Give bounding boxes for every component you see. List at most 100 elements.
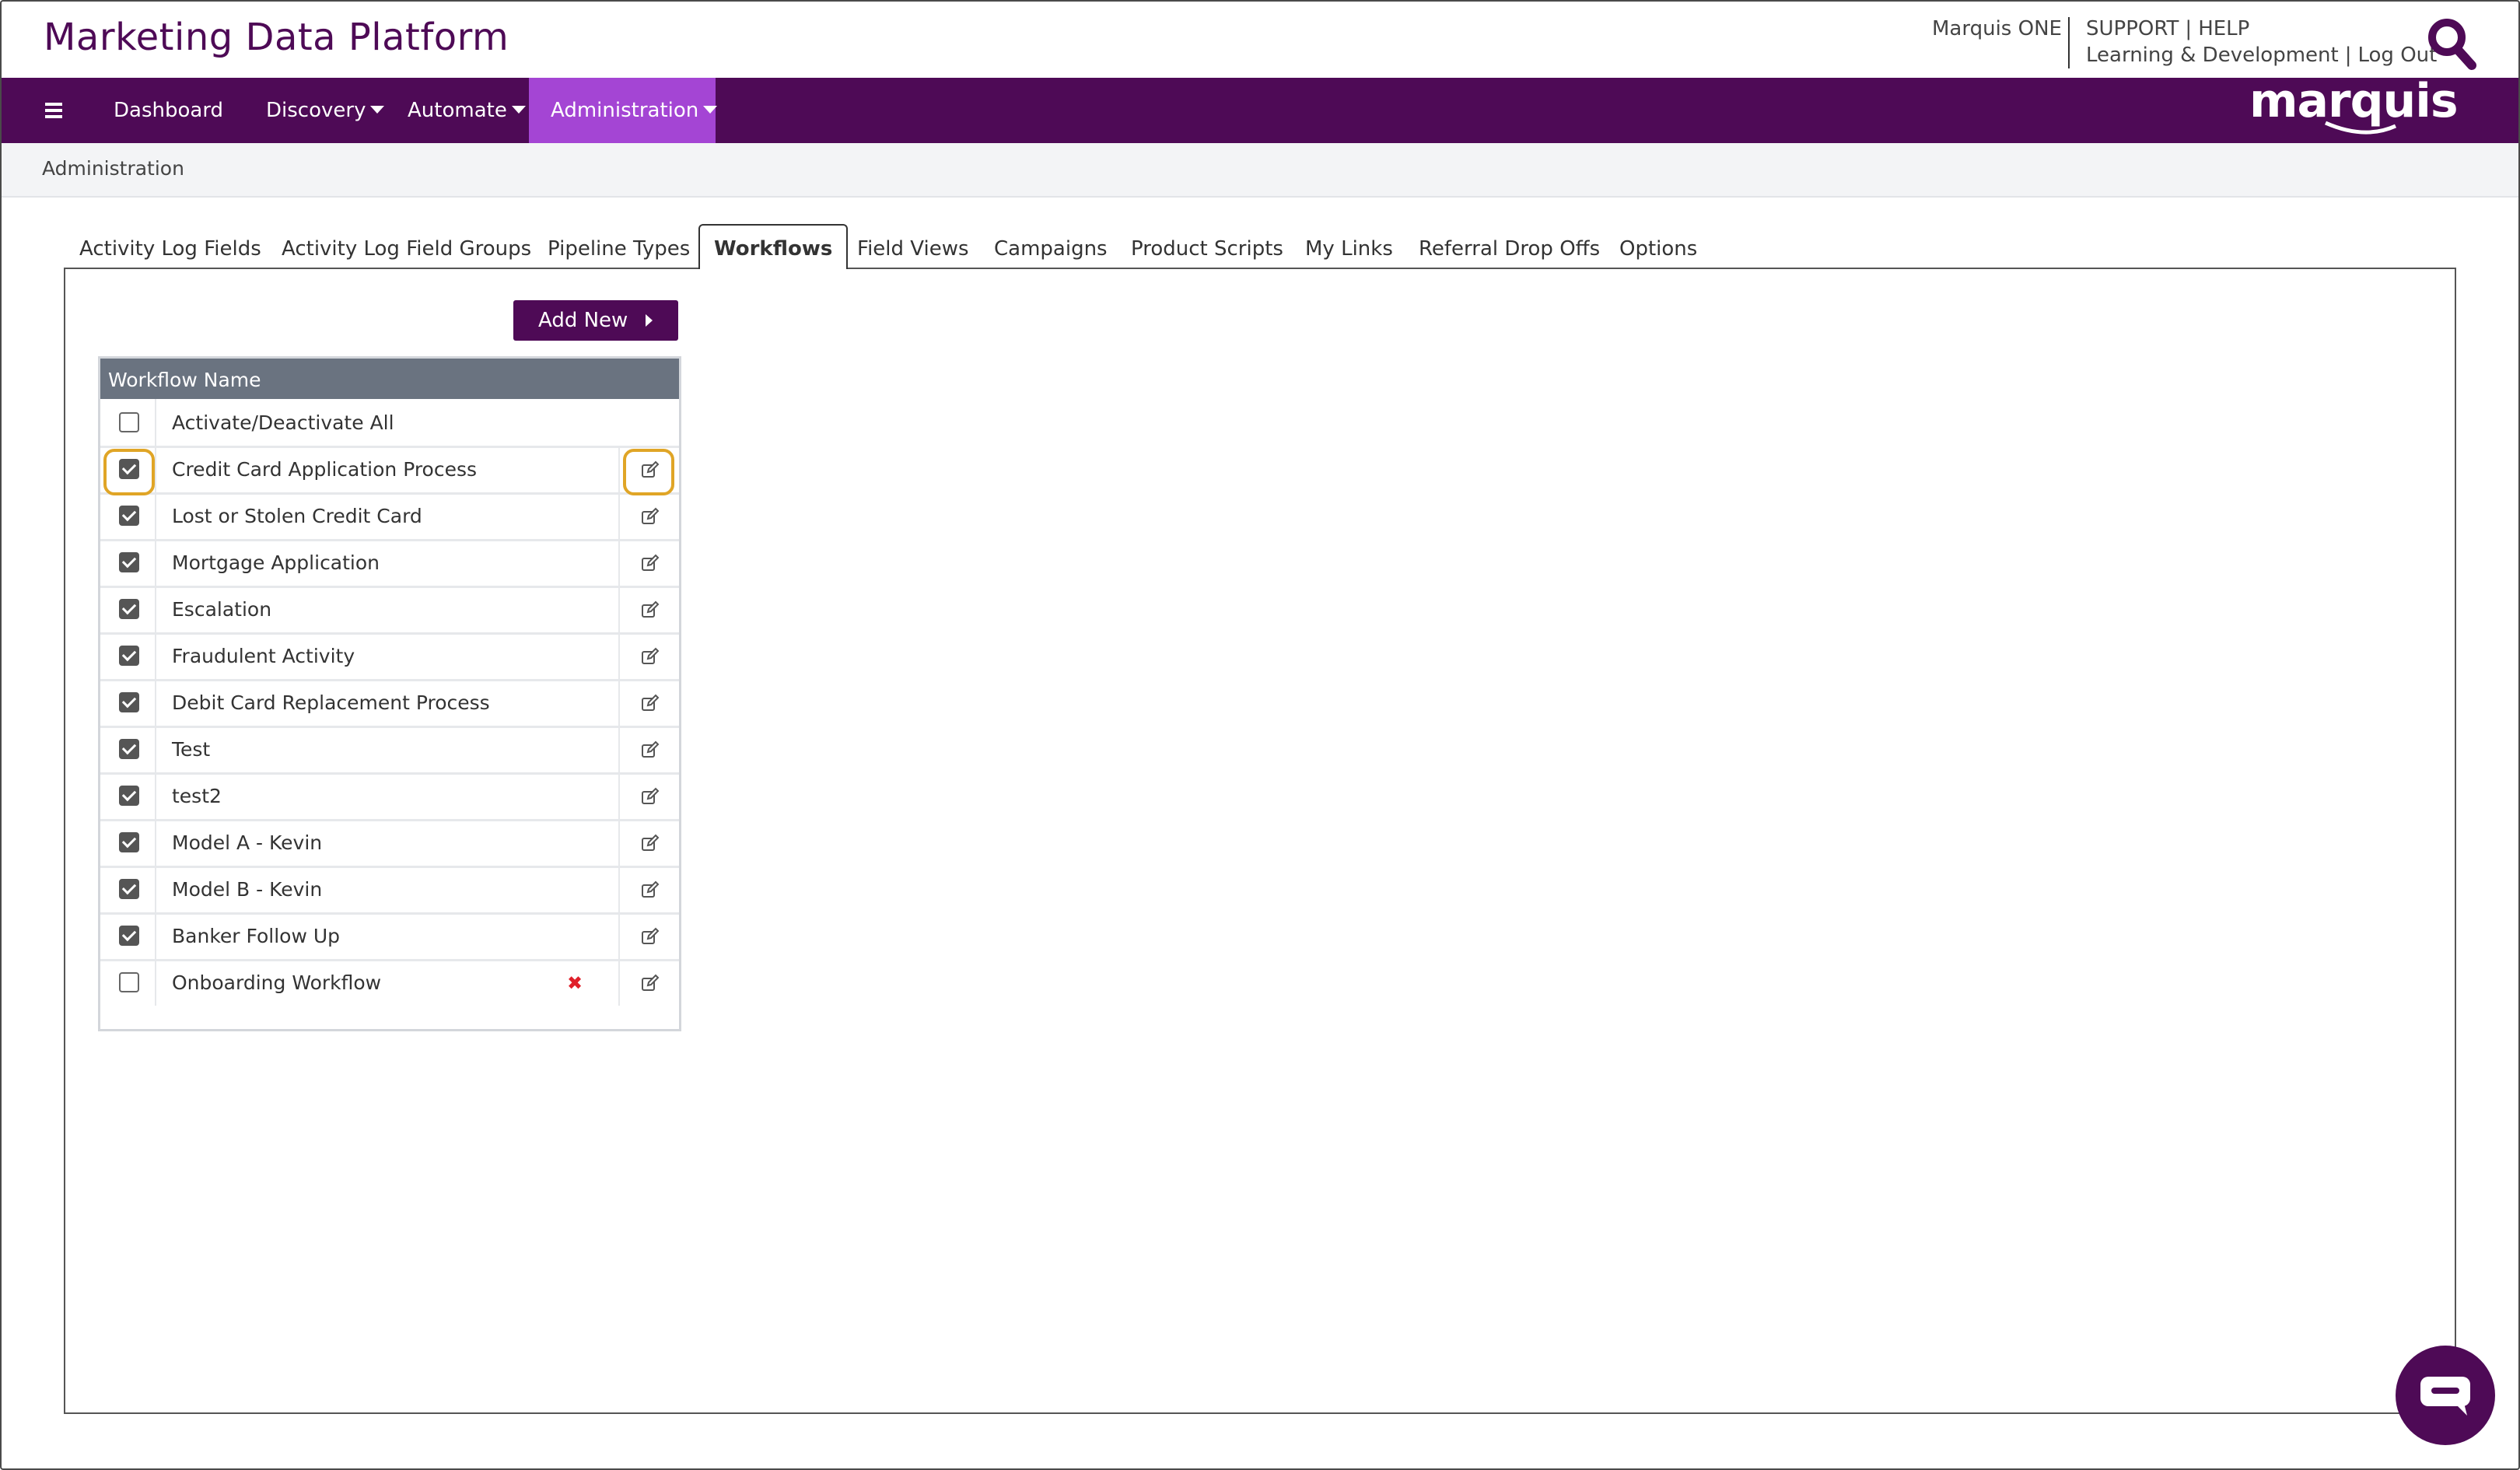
header-links-row1: SUPPORT | HELP <box>2086 17 2249 40</box>
edit-icon[interactable] <box>640 786 660 807</box>
nav-dashboard-label: Dashboard <box>114 99 224 122</box>
caret-down-icon <box>511 105 526 114</box>
workflow-active-checkbox[interactable] <box>119 972 139 992</box>
edit-icon[interactable] <box>640 833 660 853</box>
checkbox-cell <box>100 539 156 586</box>
marquis-one-link[interactable]: Marquis ONE <box>1932 17 2062 40</box>
table-row: Fraudulent Activity <box>100 632 679 681</box>
highlight-edit-callout <box>623 449 674 495</box>
checkbox-cell <box>100 819 156 866</box>
separator: | <box>2344 44 2352 67</box>
tab-field-views[interactable]: Field Views <box>857 227 969 268</box>
highlight-checkbox-callout <box>103 449 155 495</box>
workflow-name: test2 <box>172 785 222 807</box>
delete-x-icon[interactable]: ✖ <box>567 973 583 993</box>
select-all-checkbox[interactable] <box>119 412 139 432</box>
table-row: test2 <box>100 772 679 821</box>
add-new-label: Add New <box>538 309 628 332</box>
breadcrumb-bar: Administration <box>0 143 2520 198</box>
edit-cell <box>618 912 679 959</box>
edit-icon[interactable] <box>640 740 660 760</box>
chat-button[interactable] <box>2396 1346 2495 1445</box>
checkbox-cell <box>100 726 156 772</box>
checkbox-cell <box>100 959 156 1006</box>
table-row: Onboarding Workflow ✖ <box>100 959 679 1006</box>
chat-bubble-icon <box>2420 1377 2470 1416</box>
help-link[interactable]: HELP <box>2198 17 2249 40</box>
top-header: Marketing Data Platform Marquis ONE SUPP… <box>0 0 2520 78</box>
tab-my-links[interactable]: My Links <box>1305 227 1393 268</box>
edit-cell <box>618 539 679 586</box>
edit-icon[interactable] <box>640 926 660 947</box>
workflow-name: Credit Card Application Process <box>172 458 478 481</box>
edit-icon[interactable] <box>640 646 660 667</box>
workflow-name: Debit Card Replacement Process <box>172 691 490 714</box>
workflow-active-checkbox[interactable] <box>119 879 139 899</box>
checkbox-cell <box>100 586 156 632</box>
learning-development-link[interactable]: Learning & Development <box>2086 44 2339 67</box>
tab-options[interactable]: Options <box>1619 227 1697 268</box>
workflow-name: Lost or Stolen Credit Card <box>172 505 422 527</box>
checkbox-cell <box>100 632 156 679</box>
edit-icon[interactable] <box>640 506 660 527</box>
workflow-active-checkbox[interactable] <box>119 599 139 619</box>
workflow-active-checkbox[interactable] <box>119 646 139 666</box>
tab-pipeline-types[interactable]: Pipeline Types <box>548 227 690 268</box>
search-icon[interactable] <box>2425 16 2480 73</box>
edit-icon[interactable] <box>640 553 660 573</box>
add-new-button[interactable]: Add New <box>513 300 678 341</box>
tab-activity-log-fields[interactable]: Activity Log Fields <box>79 227 261 268</box>
edit-cell <box>618 586 679 632</box>
tab-product-scripts[interactable]: Product Scripts <box>1131 227 1283 268</box>
edit-cell <box>618 726 679 772</box>
tab-campaigns[interactable]: Campaigns <box>994 227 1108 268</box>
workflow-active-checkbox[interactable] <box>119 832 139 852</box>
logo-text: marquis <box>2249 78 2458 128</box>
tab-workflows[interactable]: Workflows <box>698 224 849 269</box>
table-row: Debit Card Replacement Process <box>100 679 679 728</box>
edit-cell <box>618 866 679 912</box>
edit-icon[interactable] <box>640 973 660 993</box>
nav-automate-label: Automate <box>408 99 507 122</box>
support-link[interactable]: SUPPORT <box>2086 17 2179 40</box>
workflow-name: Mortgage Application <box>172 551 380 574</box>
workflow-active-checkbox[interactable] <box>119 552 139 572</box>
select-all-row: Activate/Deactivate All <box>100 399 679 448</box>
arrow-right-icon <box>646 314 653 327</box>
separator: | <box>2185 17 2193 40</box>
nav-automate[interactable]: Automate <box>408 78 526 143</box>
main-navbar: Dashboard Discovery Automate Administrat… <box>0 78 2520 143</box>
checkbox-cell <box>100 912 156 959</box>
header-links-row2: Learning & Development | Log Out <box>2086 44 2437 67</box>
nav-administration[interactable]: Administration <box>529 78 718 143</box>
tab-activity-log-field-groups[interactable]: Activity Log Field Groups <box>282 227 531 268</box>
workflow-name: Test <box>172 738 211 761</box>
nav-dashboard[interactable]: Dashboard <box>114 78 223 143</box>
workflow-active-checkbox[interactable] <box>119 692 139 712</box>
workflow-active-checkbox[interactable] <box>119 506 139 526</box>
checkbox-cell <box>100 492 156 539</box>
nav-discovery[interactable]: Discovery <box>266 78 385 143</box>
caret-down-icon <box>703 105 718 114</box>
app-title: Marketing Data Platform <box>44 16 509 59</box>
table-row: Escalation <box>100 586 679 635</box>
breadcrumb: Administration <box>42 157 184 180</box>
checkbox-cell <box>100 772 156 819</box>
checkbox-cell <box>100 399 156 446</box>
edit-icon[interactable] <box>640 600 660 620</box>
nav-administration-label: Administration <box>551 99 699 122</box>
tab-referral-drop-offs[interactable]: Referral Drop Offs <box>1419 227 1600 268</box>
workflow-name: Escalation <box>172 598 272 621</box>
hamburger-menu-icon[interactable] <box>45 103 62 118</box>
table-row: Model A - Kevin <box>100 819 679 868</box>
edit-icon[interactable] <box>640 693 660 713</box>
column-header-workflow-name: Workflow Name <box>108 369 261 391</box>
workflow-name: Banker Follow Up <box>172 925 341 947</box>
workflow-active-checkbox[interactable] <box>119 926 139 946</box>
marquis-logo[interactable]: marquis <box>2248 74 2473 143</box>
workflow-table: Workflow Name Activate/Deactivate All Cr… <box>98 356 681 1031</box>
table-row: Model B - Kevin <box>100 866 679 915</box>
edit-icon[interactable] <box>640 880 660 900</box>
workflow-active-checkbox[interactable] <box>119 739 139 759</box>
workflow-active-checkbox[interactable] <box>119 786 139 806</box>
